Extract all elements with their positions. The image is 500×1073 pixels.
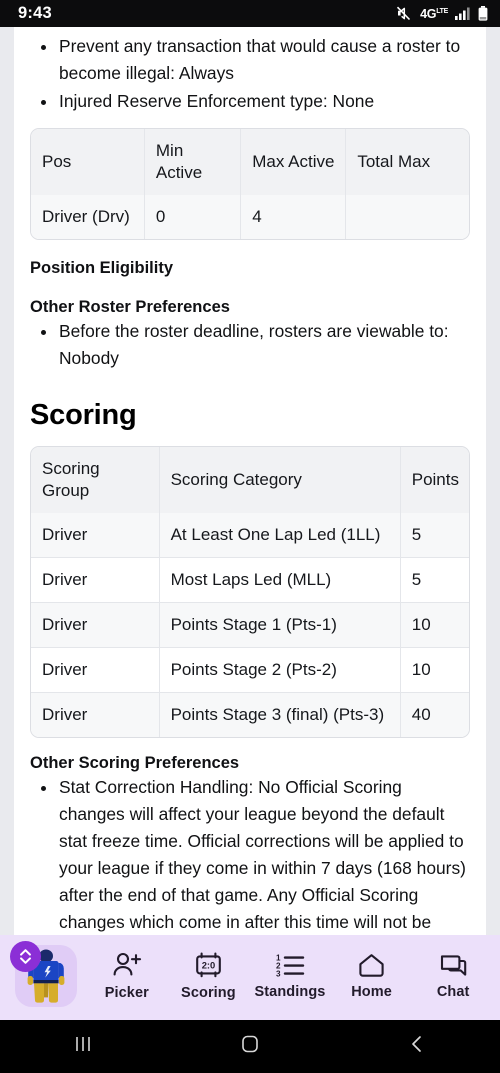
cell-scoring-category: At Least One Lap Led (1LL) xyxy=(159,513,401,558)
other-roster-preferences-list: Before the roster deadline, rosters are … xyxy=(30,318,470,372)
cell-points: 5 xyxy=(400,513,469,558)
cell-scoring-category: Points Stage 2 (Pts-2) xyxy=(159,648,401,693)
recents-icon xyxy=(71,1035,95,1058)
cell-max-active: 4 xyxy=(241,195,347,239)
nav-label-home: Home xyxy=(351,984,392,1001)
cell-scoring-group: Driver xyxy=(31,648,160,693)
column-header-scoring-group: Scoring Group xyxy=(31,447,160,513)
position-eligibility-heading: Position Eligibility xyxy=(30,259,174,277)
signal-bars-icon xyxy=(455,7,471,20)
nav-label-scoring: Scoring xyxy=(181,984,236,1001)
page-background: Prevent any transaction that would cause… xyxy=(0,27,500,935)
cell-scoring-category: Points Stage 3 (final) (Pts-3) xyxy=(159,693,401,737)
other-scoring-preferences-list: Stat Correction Handling: No Official Sc… xyxy=(30,774,470,935)
other-scoring-preferences-heading: Other Scoring Preferences xyxy=(30,754,240,772)
table-row: Driver Points Stage 2 (Pts-2) 10 xyxy=(31,648,469,693)
list-item: Stat Correction Handling: No Official Sc… xyxy=(30,774,470,935)
cell-points: 5 xyxy=(400,558,469,603)
list-item: Before the roster deadline, rosters are … xyxy=(30,318,470,372)
status-time: 9:43 xyxy=(18,4,52,23)
cell-scoring-group: Driver xyxy=(31,693,160,737)
recents-button[interactable] xyxy=(0,1035,167,1058)
nav-item-scoring[interactable]: 2:0 Scoring xyxy=(168,952,250,1001)
home-icon xyxy=(357,952,386,978)
cell-scoring-group: Driver xyxy=(31,603,160,648)
cell-scoring-group: Driver xyxy=(31,558,160,603)
cell-total-max xyxy=(346,195,469,239)
column-header-total-max: Total Max xyxy=(346,129,469,195)
table-row: Driver At Least One Lap Led (1LL) 5 xyxy=(31,513,469,558)
status-icons: 4G LTE xyxy=(396,6,488,21)
column-header-min-active: Min Active xyxy=(144,129,242,195)
nav-item-picker[interactable]: Picker xyxy=(86,951,168,1001)
phone-screen: 9:43 4G LTE Prevent any transaction that… xyxy=(0,0,500,1073)
cell-pos: Driver (Drv) xyxy=(31,195,145,239)
home-button[interactable] xyxy=(167,1034,334,1059)
column-header-max-active: Max Active xyxy=(241,129,347,195)
network-4g-icon: 4G LTE xyxy=(420,6,448,21)
table-row: Driver Points Stage 3 (final) (Pts-3) 40 xyxy=(31,693,469,737)
cell-scoring-group: Driver xyxy=(31,513,160,558)
back-chevron-icon xyxy=(407,1034,427,1059)
scoring-table: Scoring Group Scoring Category Points Dr… xyxy=(30,446,470,738)
roster-rules-list: Prevent any transaction that would cause… xyxy=(30,33,470,115)
roster-table: Pos Min Active Max Active Total Max Driv… xyxy=(30,128,470,240)
table-header-row: Pos Min Active Max Active Total Max xyxy=(31,129,469,195)
chat-bubbles-icon xyxy=(439,952,468,978)
column-header-pos: Pos xyxy=(31,129,145,195)
cell-points: 10 xyxy=(400,648,469,693)
cell-min-active: 0 xyxy=(144,195,242,239)
status-bar: 9:43 4G LTE xyxy=(0,0,500,27)
nav-label-picker: Picker xyxy=(104,985,149,1002)
list-item: Prevent any transaction that would cause… xyxy=(30,33,470,87)
bottom-navigation-bar: Picker 2:0 Scoring 1 2 3 Standings Home … xyxy=(0,935,500,1020)
person-add-icon xyxy=(112,951,142,979)
system-navigation-bar xyxy=(0,1020,500,1073)
home-square-icon xyxy=(239,1034,261,1059)
nav-label-standings: Standings xyxy=(254,984,326,1001)
column-header-scoring-category: Scoring Category xyxy=(159,447,401,513)
nav-item-home[interactable]: Home xyxy=(331,952,413,1000)
nav-label-chat: Chat xyxy=(436,984,470,1001)
nav-item-standings[interactable]: 1 2 3 Standings xyxy=(249,952,331,1000)
list-item: Injured Reserve Enforcement type: None xyxy=(30,88,470,115)
cell-scoring-category: Points Stage 1 (Pts-1) xyxy=(159,603,401,648)
table-header-row: Scoring Group Scoring Category Points xyxy=(31,447,469,513)
back-button[interactable] xyxy=(333,1034,500,1059)
svg-text:3: 3 xyxy=(276,970,281,979)
other-roster-preferences-heading: Other Roster Preferences xyxy=(30,298,230,316)
nav-item-chat[interactable]: Chat xyxy=(412,952,494,1000)
column-header-points: Points xyxy=(400,447,469,513)
content-card: Prevent any transaction that would cause… xyxy=(14,27,486,935)
switch-team-button[interactable] xyxy=(10,941,41,972)
ordered-list-icon: 1 2 3 xyxy=(275,952,305,978)
table-row: Driver (Drv) 0 4 xyxy=(31,195,469,239)
avatar[interactable] xyxy=(6,935,86,1017)
roster-table-wrapper: Pos Min Active Max Active Total Max Driv… xyxy=(30,128,470,240)
cell-points: 40 xyxy=(400,693,469,737)
battery-icon xyxy=(478,6,488,21)
scoreboard-icon: 2:0 xyxy=(194,952,223,979)
switch-updown-icon xyxy=(20,949,31,964)
cell-scoring-category: Most Laps Led (MLL) xyxy=(159,558,401,603)
mute-icon xyxy=(396,6,413,21)
page-title-scoring: Scoring xyxy=(30,399,137,431)
cell-points: 10 xyxy=(400,603,469,648)
table-row: Driver Most Laps Led (MLL) 5 xyxy=(31,558,469,603)
table-row: Driver Points Stage 1 (Pts-1) 10 xyxy=(31,603,469,648)
svg-text:2:0: 2:0 xyxy=(202,959,216,970)
